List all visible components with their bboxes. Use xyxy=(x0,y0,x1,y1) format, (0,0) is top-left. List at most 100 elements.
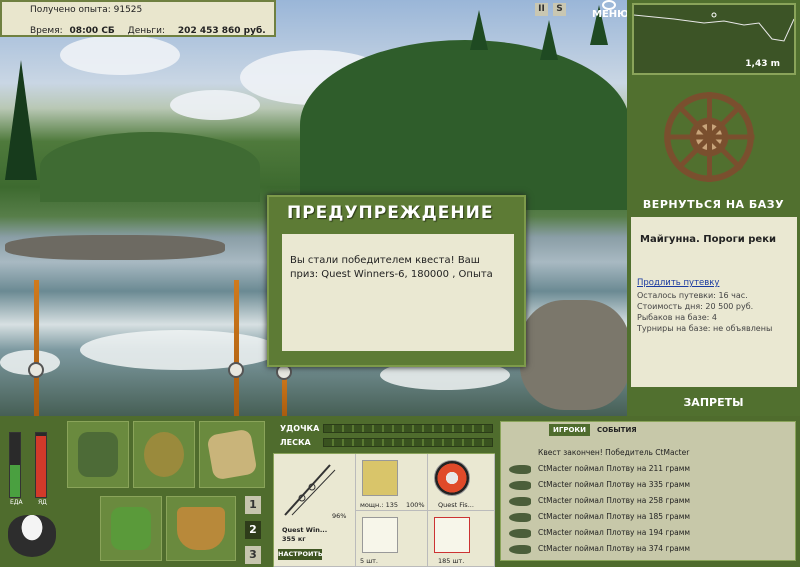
vegetables-basket-slot[interactable] xyxy=(100,496,162,561)
ship-wheel-icon[interactable] xyxy=(664,92,755,182)
tree xyxy=(5,60,37,180)
rod-icon xyxy=(284,464,336,516)
bait-caption: 185 шт. xyxy=(438,557,465,565)
location-name: Майгунна. Пороги реки xyxy=(640,234,777,245)
day-cost: Стоимость дня: 20 500 руб. xyxy=(637,302,754,311)
event-row: CtMacter поймал Плотву на 185 грамм xyxy=(538,512,691,521)
cloud xyxy=(170,90,260,120)
reel-icon xyxy=(362,460,398,496)
event-row: CtMacter поймал Плотву на 194 грамм xyxy=(538,528,691,537)
dialog-title: ПРЕДУПРЕЖДЕНИЕ xyxy=(287,203,494,223)
map-slot[interactable] xyxy=(199,421,265,488)
float-marker-icon xyxy=(711,12,717,18)
events-panel: ИГРОКИ СОБЫТИЯ Квест закончен! Победител… xyxy=(500,421,796,561)
inventory-tab-1[interactable]: 1 xyxy=(245,496,261,514)
event-row: CtMacter поймал Плотву на 211 грамм xyxy=(538,464,691,473)
dialog-message: Вы стали победителем квеста! Ваш приз: Q… xyxy=(282,234,514,351)
line-cell[interactable]: Quest Fis... xyxy=(428,454,495,511)
bucket-slot[interactable] xyxy=(166,496,236,561)
inventory-tab-2[interactable]: 2 xyxy=(245,521,261,539)
reel-icon xyxy=(228,362,244,378)
tackle-panel: 96% Quest Win... 355 кг НАСТРОИТЬ мощн.:… xyxy=(273,453,495,567)
rock xyxy=(520,300,627,410)
time-label: Время: xyxy=(30,26,63,36)
tab-players[interactable]: ИГРОКИ xyxy=(549,424,590,436)
fish-icon xyxy=(509,529,531,538)
event-header: Квест закончен! Победитель CtMacter xyxy=(538,448,690,457)
rod-label: УДОЧКА xyxy=(280,424,320,433)
fish-icon xyxy=(509,465,531,474)
experience-label: Получено опыта: xyxy=(30,5,111,15)
tree xyxy=(470,10,488,50)
time-value: 08:00 СБ xyxy=(69,26,115,36)
reel-cell[interactable]: мощн.: 135 100% xyxy=(356,454,428,511)
pause-button[interactable]: II xyxy=(535,3,548,16)
food-bar xyxy=(9,432,21,498)
rod-condition: 96% xyxy=(332,512,347,520)
rod-name: Quest Win... xyxy=(282,526,328,534)
right-panel: 1,43 m ВЕРНУТЬСЯ НА БАЗУ Майгунна. Порог… xyxy=(627,0,800,416)
location-info-panel: Майгунна. Пороги реки Продлить путевку О… xyxy=(631,217,797,387)
rod-tension-bar xyxy=(323,424,493,433)
menu-button[interactable]: МЕНЮ xyxy=(592,0,629,22)
money-label: Деньги: xyxy=(127,26,166,36)
cauldron-icon[interactable] xyxy=(8,515,56,557)
reel-caption: мощн.: 135 xyxy=(360,501,398,509)
cloud xyxy=(60,35,180,75)
bait-bag-slot[interactable] xyxy=(133,421,195,488)
hook-caption: 5 шт. xyxy=(360,557,379,565)
line-label: ЛЕСКА xyxy=(280,438,311,447)
setup-button[interactable]: НАСТРОИТЬ xyxy=(278,549,323,560)
rod-cell[interactable]: 96% Quest Win... 355 кг НАСТРОИТЬ xyxy=(274,454,356,567)
player-stats-panel: Получено опыта: 91525 Время: 08:00 СБ Де… xyxy=(0,0,276,37)
bait-bag-icon xyxy=(144,432,184,477)
poison-bar xyxy=(35,432,47,498)
event-row: CtMacter поймал Плотву на 374 грамм xyxy=(538,544,691,553)
hook-icon xyxy=(362,517,398,553)
hook-cell[interactable]: 5 шт. xyxy=(356,511,428,567)
line-spool-icon xyxy=(434,460,470,496)
gear-icon xyxy=(602,0,616,10)
line-caption: Quest Fis... xyxy=(438,501,474,509)
event-row: CtMacter поймал Плотву на 335 грамм xyxy=(538,480,691,489)
bans-button[interactable]: ЗАПРЕТЫ xyxy=(627,396,800,409)
money-value: 202 453 860 руб. xyxy=(177,26,266,36)
menu-label: МЕНЮ xyxy=(592,9,629,20)
vegetables-basket-icon xyxy=(111,507,151,550)
map-icon xyxy=(206,428,258,481)
time-money-row: Время: 08:00 СБ Деньги: 202 453 860 руб. xyxy=(30,26,266,36)
worm-bait-icon xyxy=(434,517,470,553)
remaining-time: Осталось путевки: 16 час. xyxy=(637,291,748,300)
depth-value: 1,43 m xyxy=(745,59,780,69)
rock xyxy=(5,235,225,260)
tournaments-status: Турниры на базе: не объявлены xyxy=(637,324,773,333)
rod-weight: 355 кг xyxy=(282,535,306,543)
hill xyxy=(40,132,260,202)
warning-dialog: ПРЕДУПРЕЖДЕНИЕ Вы стали победителем квес… xyxy=(267,195,526,367)
experience-row: Получено опыта: 91525 xyxy=(30,5,142,15)
line-tension-bar xyxy=(323,438,493,447)
reel-condition: 100% xyxy=(406,501,425,509)
anglers-count: Рыбаков на базе: 4 xyxy=(637,313,717,322)
fish-icon xyxy=(509,513,531,522)
return-to-base-button[interactable]: ВЕРНУТЬСЯ НА БАЗУ xyxy=(627,198,800,211)
foam xyxy=(80,330,280,370)
inventory-tab-3[interactable]: 3 xyxy=(245,546,261,564)
tackle-box-icon xyxy=(78,432,118,477)
fish-icon xyxy=(509,497,531,506)
sound-button[interactable]: S xyxy=(553,3,566,16)
tackle-box-slot[interactable] xyxy=(67,421,129,488)
bucket-icon xyxy=(177,507,225,550)
fish-icon xyxy=(509,481,531,490)
event-row: CtMacter поймал Плотву на 258 грамм xyxy=(538,496,691,505)
extend-permit-link[interactable]: Продлить путевку xyxy=(637,278,719,288)
poison-bar-fill xyxy=(36,436,46,497)
forest-hill xyxy=(300,40,627,210)
fishing-rod-1[interactable] xyxy=(34,280,39,416)
fishing-rod-2[interactable] xyxy=(234,280,239,416)
tree xyxy=(540,20,558,60)
bait-cell[interactable]: 185 шт. xyxy=(428,511,495,567)
fish-icon xyxy=(509,545,531,554)
food-label: ЕДА xyxy=(10,499,23,506)
tab-events[interactable]: СОБЫТИЯ xyxy=(593,424,641,436)
